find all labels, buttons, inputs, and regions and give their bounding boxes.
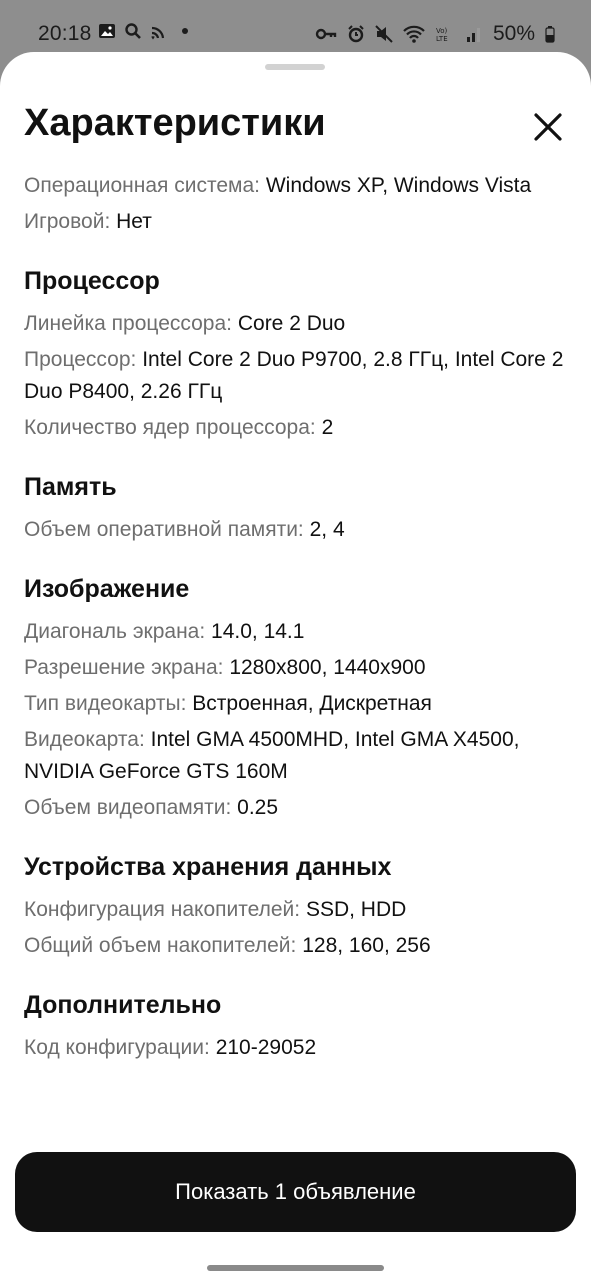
spec-row: Диагональ экрана: 14.0, 14.1: [24, 616, 564, 648]
spec-row: Видеокарта: Intel GMA 4500MHD, Intel GMA…: [24, 724, 564, 788]
cast-icon: [151, 26, 165, 40]
spec-value: 0.25: [237, 796, 279, 819]
spec-label: Линейка процессора:: [24, 312, 232, 335]
drag-handle[interactable]: [265, 64, 325, 70]
section-title: Дополнительно: [24, 991, 222, 1019]
spec-label: Видеокарта:: [24, 728, 145, 751]
section-title: Процессор: [24, 267, 160, 295]
spec-row: Разрешение экрана: 1280x800, 1440x900: [24, 652, 564, 684]
battery-percent: 50%: [492, 22, 535, 45]
spec-section: Память Объем оперативной памяти: 2, 4: [24, 470, 564, 546]
spec-row: Объем видеопамяти: 0.25: [24, 792, 564, 824]
svg-text:LTE: LTE: [436, 35, 448, 43]
status-left-icons: [98, 22, 194, 40]
spec-value: 2: [321, 416, 334, 439]
status-bar: 20:18 Vo) LTE 50%: [0, 0, 591, 56]
home-indicator[interactable]: [207, 1265, 384, 1271]
spec-value: 210-29052: [215, 1036, 317, 1059]
spec-row: Операционная система: Windows XP, Window…: [24, 170, 564, 202]
specs-list: Операционная система: Windows XP, Window…: [24, 170, 564, 1068]
volte-icon: Vo)LTE: [436, 27, 448, 43]
spec-label: Игровой:: [24, 210, 111, 233]
svg-text:Vo): Vo): [436, 27, 448, 35]
spec-value: 128, 160, 256: [302, 934, 431, 957]
spec-row: Линейка процессора: Core 2 Duo: [24, 308, 564, 340]
status-time: 20:18: [38, 22, 92, 45]
spec-row: Конфигурация накопителей: SSD, HDD: [24, 894, 564, 926]
spec-label: Разрешение экрана:: [24, 656, 224, 679]
characteristics-sheet: Характеристики Операционная система: Win…: [0, 52, 591, 1280]
spec-label: Количество ядер процессора:: [24, 416, 316, 439]
spec-label: Операционная система:: [24, 174, 261, 197]
status-right: Vo) LTE 50%: [315, 22, 555, 46]
spec-section: Изображение Диагональ экрана: 14.0, 14.1 Р…: [24, 572, 564, 824]
spec-value: 2, 4: [309, 518, 345, 541]
spec-value: SSD, HDD: [305, 898, 407, 921]
search-icon: [125, 23, 141, 39]
spec-section: Дополнительно Код конфигурации: 210-29052: [24, 988, 564, 1064]
sheet-title: Характеристики: [24, 102, 326, 144]
section-title: Изображение: [24, 575, 190, 603]
section-title: Память: [24, 473, 117, 501]
spec-value: Windows XP, Windows Vista: [265, 174, 532, 197]
spec-section: Устройства хранения данных Конфигурация н…: [24, 850, 564, 962]
show-listings-button[interactable]: Показать 1 объявление: [15, 1152, 576, 1232]
spec-label: Тип видеокарты:: [24, 692, 187, 715]
spec-label: Объем видеопамяти:: [24, 796, 232, 819]
spec-label: Объем оперативной памяти:: [24, 518, 304, 541]
alarm-icon: [348, 25, 364, 43]
image-icon: [99, 24, 115, 38]
close-icon[interactable]: [528, 107, 568, 147]
spec-label: Код конфигурации:: [24, 1036, 210, 1059]
spec-row: Игровой: Нет: [24, 206, 564, 238]
wifi-icon: [403, 25, 425, 43]
spec-row: Объем оперативной памяти: 2, 4: [24, 514, 564, 546]
spec-value: 14.0, 14.1: [211, 620, 305, 643]
spec-section: Процессор Линейка процессора: Core 2 Duo П…: [24, 264, 564, 444]
spec-row: Количество ядер процессора: 2: [24, 412, 564, 444]
spec-row: Тип видеокарты: Встроенная, Дискретная: [24, 688, 564, 720]
mute-icon: [375, 25, 393, 43]
spec-label: Конфигурация накопителей:: [24, 898, 301, 921]
spec-value: Нет: [116, 210, 152, 233]
key-icon: [315, 28, 337, 40]
spec-row: Процессор: Intel Core 2 Duo P9700, 2.8 Г…: [24, 344, 564, 408]
spec-label: Общий объем накопителей:: [24, 934, 297, 957]
spec-section: Операционная система: Windows XP, Window…: [24, 170, 564, 238]
spec-value: 1280x800, 1440x900: [229, 656, 426, 679]
spec-value: Встроенная, Дискретная: [192, 692, 432, 715]
spec-value: Core 2 Duo: [237, 312, 346, 335]
signal-icon: [466, 28, 480, 42]
section-title: Устройства хранения данных: [24, 853, 392, 881]
battery-icon: [545, 26, 555, 43]
spec-label: Диагональ экрана:: [24, 620, 206, 643]
spec-row: Общий объем накопителей: 128, 160, 256: [24, 930, 564, 962]
spec-label: Процессор:: [24, 348, 137, 371]
dot-icon: [182, 28, 188, 34]
spec-row: Код конфигурации: 210-29052: [24, 1032, 564, 1064]
